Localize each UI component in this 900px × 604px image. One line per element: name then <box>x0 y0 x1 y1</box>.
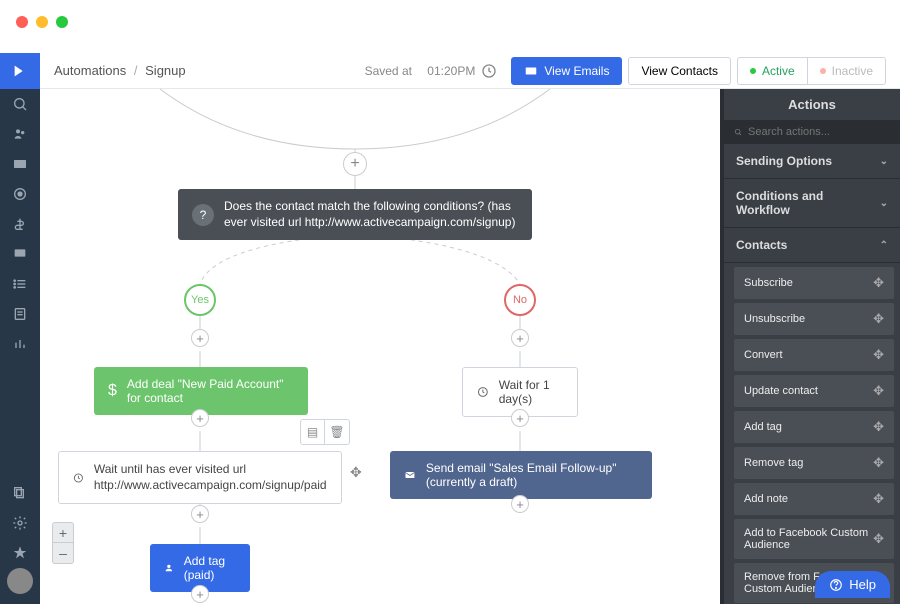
section-sending[interactable]: Sending Options⌄ <box>724 144 900 179</box>
reports-icon[interactable] <box>0 329 40 359</box>
note-icon[interactable]: ▤ <box>301 420 325 444</box>
connectors <box>40 89 720 604</box>
view-emails-button[interactable]: View Emails <box>511 57 622 85</box>
active-dot-icon <box>750 68 756 74</box>
left-rail <box>0 53 40 604</box>
no-node[interactable]: No <box>504 284 536 316</box>
add-step-button[interactable]: + <box>343 152 367 176</box>
action-remove-tag[interactable]: Remove tag✥ <box>734 447 894 479</box>
automation-canvas[interactable]: + ? Does the contact match the following… <box>40 89 720 604</box>
chevron-down-icon: ⌄ <box>880 156 888 167</box>
condition-node[interactable]: ? Does the contact match the following c… <box>178 189 532 240</box>
action-update-contact[interactable]: Update contact✥ <box>734 375 894 407</box>
search-icon[interactable] <box>0 89 40 119</box>
breadcrumb: Automations / Signup <box>54 63 186 78</box>
contacts-icon[interactable] <box>0 119 40 149</box>
dollar-icon: $ <box>108 382 117 400</box>
action-add-note[interactable]: Add note✥ <box>734 483 894 515</box>
move-icon: ✥ <box>873 531 884 547</box>
trash-icon[interactable]: 🗑 <box>325 420 349 444</box>
window-controls <box>16 16 68 28</box>
move-icon: ✥ <box>873 419 884 435</box>
form-icon[interactable] <box>0 299 40 329</box>
send-email-node[interactable]: Send email "Sales Email Follow-up" (curr… <box>390 451 652 499</box>
clock-icon <box>73 469 84 487</box>
move-icon: ✥ <box>873 383 884 399</box>
help-button[interactable]: Help <box>815 571 890 598</box>
add-deal-node[interactable]: $ Add deal "New Paid Account" for contac… <box>94 367 308 415</box>
zoom-control: + – <box>52 522 74 564</box>
action-add-fb-audience[interactable]: Add to Facebook Custom Audience✥ <box>734 519 894 559</box>
maximize-dot[interactable] <box>56 16 68 28</box>
mail-icon[interactable] <box>0 149 40 179</box>
actions-panel: Actions Sending Options⌄ Conditions and … <box>720 89 900 604</box>
action-unsubscribe[interactable]: Unsubscribe✥ <box>734 303 894 335</box>
deals-icon[interactable] <box>0 209 40 239</box>
contacts-action-list: Subscribe✥ Unsubscribe✥ Convert✥ Update … <box>724 263 900 604</box>
mail-icon <box>404 467 416 483</box>
yes-node[interactable]: Yes <box>184 284 216 316</box>
status-active-button[interactable]: Active <box>737 57 807 85</box>
zoom-out-button[interactable]: – <box>53 543 73 563</box>
actions-search-input[interactable] <box>748 126 890 138</box>
wait-visited-node[interactable]: Wait until has ever visited url http://w… <box>58 451 342 504</box>
move-icon: ✥ <box>873 311 884 327</box>
mail-icon <box>524 64 538 78</box>
zoom-in-button[interactable]: + <box>53 523 73 543</box>
add-step-button[interactable]: + <box>191 585 209 603</box>
add-step-button[interactable]: + <box>511 409 529 427</box>
add-step-button[interactable]: + <box>191 505 209 523</box>
gear-icon[interactable] <box>0 508 40 538</box>
history-icon[interactable] <box>481 63 497 79</box>
action-subscribe[interactable]: Subscribe✥ <box>734 267 894 299</box>
section-contacts[interactable]: Contacts⌃ <box>724 228 900 263</box>
action-convert[interactable]: Convert✥ <box>734 339 894 371</box>
minimize-dot[interactable] <box>36 16 48 28</box>
move-icon: ✥ <box>873 347 884 363</box>
move-icon: ✥ <box>873 455 884 471</box>
star-icon[interactable] <box>0 538 40 568</box>
node-tools: ▤ 🗑 <box>300 419 350 445</box>
automation-icon[interactable] <box>0 179 40 209</box>
help-icon <box>829 578 843 592</box>
move-icon[interactable]: ✥ <box>350 464 362 481</box>
list-icon[interactable] <box>0 269 40 299</box>
move-icon: ✥ <box>873 491 884 507</box>
avatar[interactable] <box>7 568 33 594</box>
close-dot[interactable] <box>16 16 28 28</box>
copy-icon[interactable] <box>0 478 40 508</box>
action-add-tag[interactable]: Add tag✥ <box>734 411 894 443</box>
breadcrumb-page: Signup <box>145 63 185 78</box>
clock-icon <box>477 384 489 400</box>
actions-search[interactable] <box>724 120 900 144</box>
breadcrumb-root[interactable]: Automations <box>54 63 126 78</box>
add-step-button[interactable]: + <box>511 495 529 513</box>
move-icon: ✥ <box>873 275 884 291</box>
search-icon <box>734 126 742 138</box>
topbar: Automations / Signup Saved at 01:20PM Vi… <box>40 53 900 89</box>
person-icon <box>164 561 174 575</box>
actions-title: Actions <box>724 89 900 120</box>
saved-indicator: Saved at 01:20PM <box>365 63 498 79</box>
add-step-button[interactable]: + <box>191 329 209 347</box>
condition-text: Does the contact match the following con… <box>224 199 518 230</box>
app-logo[interactable] <box>0 53 40 89</box>
chevron-up-icon: ⌃ <box>880 240 888 251</box>
chat-icon[interactable] <box>0 239 40 269</box>
status-toggle: Active Inactive <box>737 57 886 85</box>
inactive-dot-icon <box>820 68 826 74</box>
question-icon: ? <box>192 204 214 226</box>
add-step-button[interactable]: + <box>511 329 529 347</box>
chevron-down-icon: ⌄ <box>880 198 888 209</box>
add-step-button[interactable]: + <box>191 409 209 427</box>
section-conditions[interactable]: Conditions and Workflow⌄ <box>724 179 900 228</box>
view-contacts-button[interactable]: View Contacts <box>628 57 730 85</box>
status-inactive-button[interactable]: Inactive <box>807 57 886 85</box>
